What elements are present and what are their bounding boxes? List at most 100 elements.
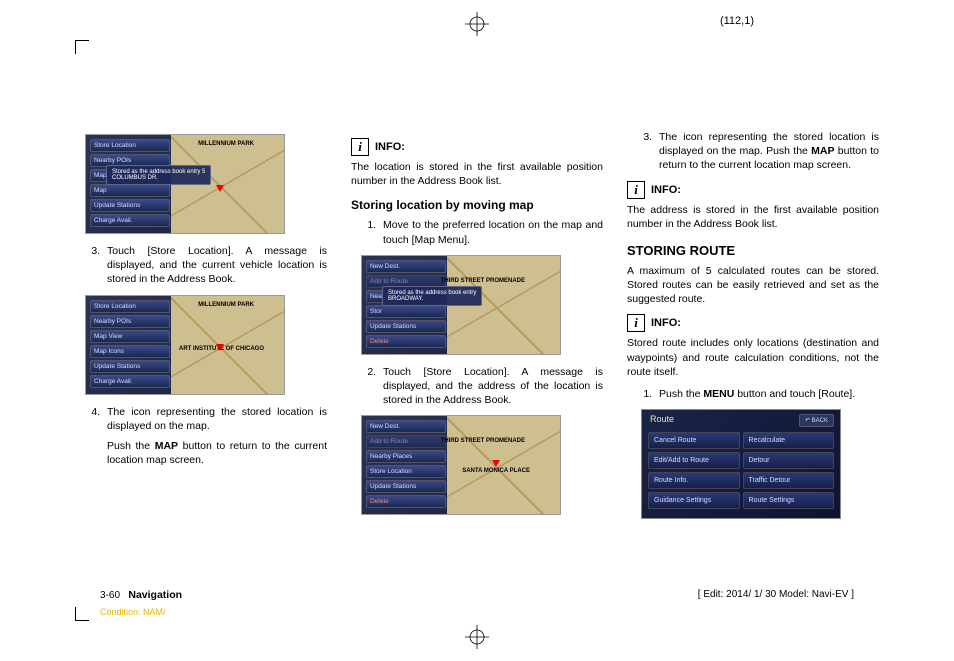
route-option[interactable]: Route Info. [648, 472, 740, 489]
step-1: Move to the preferred location on the ma… [379, 218, 603, 246]
menu-btn[interactable]: Charge Avail. [90, 375, 170, 388]
menu-btn-delete[interactable]: Delete [366, 335, 446, 348]
info-callout: i INFO: [351, 138, 603, 156]
back-button[interactable]: ↶ BACK [799, 414, 834, 427]
ordered-list: Move to the preferred location on the ma… [351, 218, 603, 246]
menu-btn-delete[interactable]: Delete [366, 495, 446, 508]
info-icon: i [627, 181, 645, 199]
menu-btn[interactable]: Map View [90, 330, 170, 343]
info-callout: i INFO: [627, 181, 879, 199]
ordered-list: The icon representing the stored locatio… [627, 130, 879, 173]
zoom-out[interactable]: ZOOM OUT [521, 326, 557, 338]
page-coordinate: (112,1) [720, 15, 754, 27]
info-callout: i INFO: [627, 314, 879, 332]
zoom-in[interactable]: ZOOM IN [521, 500, 557, 512]
menu-btn[interactable]: Map [90, 184, 170, 197]
body-text: A maximum of 5 calculated routes can be … [627, 264, 879, 307]
stored-msg-tooltip: Stored as the address book entry 5 COLUM… [106, 165, 211, 185]
menu-btn[interactable]: New Dest. [366, 420, 446, 433]
map-label: MILLENNIUM PARK [198, 302, 254, 308]
map-label: THIRD STREET PROMENADE [441, 438, 525, 444]
info-label: INFO: [651, 184, 681, 196]
crop-mark-tl [75, 40, 89, 54]
info-text: Stored route includes only locations (de… [627, 336, 879, 379]
menu-btn[interactable]: Store Location [90, 300, 170, 313]
map-label: SANTA MONICA PLACE [462, 468, 530, 474]
map-marker-icon [492, 460, 500, 467]
menu-btn[interactable]: New Dest. [366, 260, 446, 273]
menu-btn[interactable]: Store Location [366, 465, 446, 478]
step-3: The icon representing the stored locatio… [655, 130, 879, 173]
back-button[interactable]: ↶ BACK [524, 259, 557, 272]
zoom-controls: ZOOM OUT ZOOM IN [245, 205, 281, 230]
ordered-list: Touch [Store Location]. A message is dis… [75, 244, 327, 287]
back-button[interactable]: ↶ BACK [524, 419, 557, 432]
menu-btn[interactable]: Update Stations [366, 480, 446, 493]
info-icon: i [351, 138, 369, 156]
map-marker-icon [216, 185, 224, 192]
menu-btn[interactable]: Stor [366, 305, 446, 318]
menu-btn[interactable]: Update Stations [366, 320, 446, 333]
info-label: INFO: [375, 141, 405, 153]
page-footer: 3-60 Navigation [ Edit: 2014/ 1/ 30 Mode… [100, 589, 854, 601]
map-menu: Store Location Nearby POIs Map View Map … [90, 300, 170, 388]
heading-storing-route: STORING ROUTE [627, 243, 879, 258]
map-button-label: MAP [155, 440, 178, 452]
content-columns: Store Location Nearby POIs Map Map Updat… [75, 130, 879, 525]
route-option[interactable]: Detour [743, 452, 835, 469]
route-option[interactable]: Recalculate [743, 432, 835, 449]
zoom-out[interactable]: ZOOM OUT [245, 366, 281, 378]
route-grid: Cancel Route Recalculate Edit/Add to Rou… [648, 432, 834, 509]
zoom-in[interactable]: ZOOM IN [521, 339, 557, 351]
map-marker-icon [216, 344, 224, 351]
ordered-list: The icon representing the stored locatio… [75, 405, 327, 468]
info-text: The location is stored in the first avai… [351, 160, 603, 188]
column-1: Store Location Nearby POIs Map Map Updat… [75, 130, 327, 525]
menu-btn[interactable]: Update Stations [90, 199, 170, 212]
route-option[interactable]: Traffic Detour [743, 472, 835, 489]
menu-btn[interactable]: Nearby POIs [90, 315, 170, 328]
zoom-out[interactable]: ZOOM OUT [521, 486, 557, 498]
crop-mark-bl [75, 607, 89, 621]
menu-btn[interactable]: Charge Avail. [90, 214, 170, 227]
text-post: button and touch [Route]. [734, 388, 855, 400]
step-4: The icon representing the stored locatio… [103, 405, 327, 468]
heading-storing-by-map: Storing location by moving map [351, 198, 603, 212]
registration-mark-top [465, 12, 489, 36]
zoom-controls: ZOOM OUT ZOOM IN [521, 326, 557, 351]
info-text: The address is stored in the first avail… [627, 203, 879, 231]
page-number: 3-60 Navigation [100, 589, 182, 601]
screenshot-route-menu: Route ↶ BACK Cancel Route Recalculate Ed… [641, 409, 841, 519]
column-2: i INFO: The location is stored in the fi… [351, 130, 603, 525]
text-pre: Push the [659, 388, 703, 400]
zoom-in[interactable]: ZOOM IN [245, 379, 281, 391]
map-label: THIRD STREET PROMENADE [441, 278, 525, 284]
screenshot-map-location-stored: Store Location Nearby POIs Map View Map … [85, 295, 285, 395]
page-num: 3-60 [100, 590, 120, 601]
menu-btn[interactable]: Store Location [90, 139, 170, 152]
map-label: MILLENNIUM PARK [198, 141, 254, 147]
stored-msg-tooltip: Stored as the address book entry BROADWA… [382, 286, 482, 306]
route-option[interactable]: Route Settings [743, 492, 835, 509]
zoom-in[interactable]: ZOOM IN [245, 219, 281, 231]
route-option[interactable]: Cancel Route [648, 432, 740, 449]
map-button-label: MAP [811, 145, 834, 157]
info-label: INFO: [651, 317, 681, 329]
condition-label: Condition: NAM/ [100, 607, 166, 617]
route-option[interactable]: Edit/Add to Route [648, 452, 740, 469]
edit-info: [ Edit: 2014/ 1/ 30 Model: Navi-EV ] [698, 589, 854, 601]
menu-btn[interactable]: Map Icons [90, 345, 170, 358]
screenshot-store-location-msg: Store Location Nearby POIs Map Map Updat… [85, 134, 285, 234]
screenshot-move-map-stored: New Dest. Add to Route Nearby Places Sto… [361, 415, 561, 515]
route-option[interactable]: Guidance Settings [648, 492, 740, 509]
zoom-controls: ZOOM OUT ZOOM IN [245, 366, 281, 391]
menu-btn[interactable]: Nearby Places [366, 450, 446, 463]
zoom-out[interactable]: ZOOM OUT [245, 205, 281, 217]
ordered-list: Touch [Store Location]. A message is dis… [351, 365, 603, 408]
step-4-text-a: The icon representing the stored locatio… [107, 406, 327, 432]
step-3: Touch [Store Location]. A message is dis… [103, 244, 327, 287]
registration-mark-bottom [465, 625, 489, 649]
screenshot-move-map-msg: New Dest. Add to Route Near Stor Update … [361, 255, 561, 355]
menu-btn[interactable]: Update Stations [90, 360, 170, 373]
section-label: Navigation [128, 589, 182, 601]
